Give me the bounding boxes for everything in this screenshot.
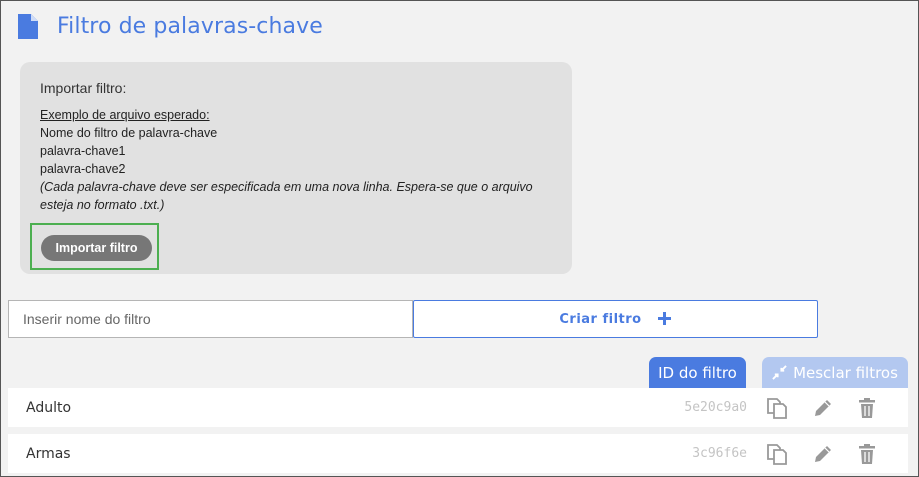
plus-icon: [657, 312, 672, 326]
filter-name: Armas: [26, 445, 71, 462]
example-title: Exemplo de arquivo esperado:: [40, 108, 210, 122]
pencil-icon[interactable]: [811, 442, 835, 466]
example-line: Nome do filtro de palavra-chave: [40, 126, 218, 140]
merge-filters-label: Mesclar filtros: [793, 363, 898, 382]
trash-icon[interactable]: [855, 396, 879, 420]
page-title: Filtro de palavras-chave: [57, 14, 323, 39]
format-note: (Cada palavra-chave deve ser especificad…: [40, 180, 533, 194]
merge-filters-button[interactable]: Mesclar filtros: [762, 357, 908, 388]
document-icon: [18, 14, 38, 39]
trash-icon[interactable]: [855, 442, 879, 466]
filter-id: 5e20c9a0: [684, 400, 747, 415]
example-block: Exemplo de arquivo esperado: Nome do fil…: [40, 106, 533, 214]
pencil-icon[interactable]: [811, 396, 835, 420]
copy-icon[interactable]: [765, 442, 789, 466]
import-button-highlight: Importar filtro: [30, 223, 159, 270]
create-filter-button[interactable]: Criar filtro: [413, 300, 818, 338]
example-line: palavra-chave1: [40, 144, 126, 158]
tab-filter-id-label: ID do filtro: [658, 363, 737, 382]
import-heading: Importar filtro:: [40, 80, 127, 96]
filter-row: Armas 3c96f6e: [8, 434, 908, 473]
import-filter-panel: Importar filtro: Exemplo de arquivo espe…: [20, 62, 572, 274]
tab-filter-id[interactable]: ID do filtro: [649, 357, 746, 388]
filter-id: 3c96f6e: [692, 446, 747, 461]
create-filter-label: Criar filtro: [559, 311, 642, 327]
filter-name-input[interactable]: [8, 300, 413, 338]
page-header: Filtro de palavras-chave: [18, 14, 323, 39]
example-line: palavra-chave2: [40, 162, 126, 176]
format-note: esteja no formato .txt.): [40, 198, 165, 212]
filter-name: Adulto: [26, 399, 72, 416]
copy-icon[interactable]: [765, 396, 789, 420]
compress-arrows-icon: [772, 365, 787, 380]
filter-row: Adulto 5e20c9a0: [8, 388, 908, 427]
import-filter-button[interactable]: Importar filtro: [41, 235, 152, 261]
